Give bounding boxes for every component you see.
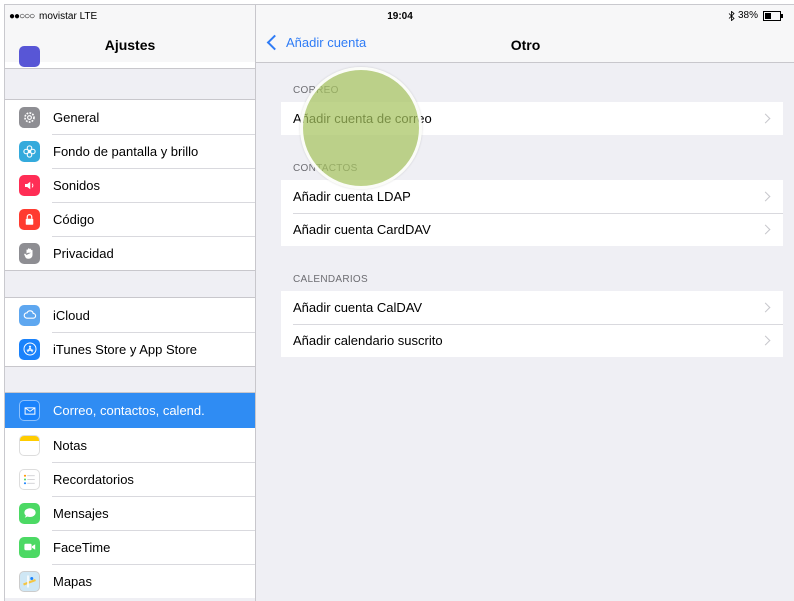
- battery-info: 38%: [728, 10, 783, 21]
- appstore-icon: [19, 338, 40, 360]
- cloud-icon: [19, 304, 40, 326]
- section-contacts: Añadir cuenta LDAP Añadir cuenta CardDAV: [281, 180, 783, 246]
- sidebar-item-sounds[interactable]: Sonidos: [5, 168, 255, 202]
- sidebar-item-label: Fondo de pantalla y brillo: [53, 143, 199, 159]
- section-header-calendars: CALENDARIOS: [293, 274, 368, 285]
- notes-icon: [19, 434, 40, 456]
- section-calendars: Añadir cuenta CalDAV Añadir calendario s…: [281, 291, 783, 357]
- detail-title: Otro: [510, 37, 541, 53]
- sidebar-item-general[interactable]: General: [5, 100, 255, 134]
- section-mail: Añadir cuenta de correo: [281, 102, 783, 135]
- reminders-icon: [19, 468, 40, 490]
- sidebar-item-wallpaper[interactable]: Fondo de pantalla y brillo: [5, 134, 255, 168]
- sidebar-item-app-store[interactable]: iTunes Store y App Store: [5, 332, 255, 366]
- section-header-contacts: CONTACTOS: [293, 163, 358, 174]
- sidebar-item-label: Sonidos: [53, 177, 100, 193]
- row-label: Añadir cuenta CardDAV: [293, 222, 431, 237]
- sidebar-item-label: Código: [53, 211, 95, 227]
- battery-fill: [765, 12, 772, 19]
- flower-icon: [19, 140, 40, 162]
- hand-icon: [19, 242, 40, 264]
- sidebar-item-label: General: [53, 109, 100, 125]
- app-icon: [19, 46, 40, 67]
- sidebar-item-label: FaceTime: [53, 539, 111, 555]
- mail-icon: [19, 400, 40, 421]
- sidebar-item-label: iTunes Store y App Store: [53, 341, 198, 357]
- sidebar-item-privacy[interactable]: Privacidad: [5, 236, 255, 270]
- detail-pane: Añadir cuenta Otro CORREO Añadir cuenta …: [256, 5, 794, 601]
- maps-icon: [19, 570, 40, 592]
- row-label: Añadir calendario suscrito: [293, 333, 443, 348]
- facetime-icon: [19, 536, 40, 558]
- sidebar-item-icloud[interactable]: iCloud: [5, 298, 255, 332]
- sidebar-title: Ajustes: [104, 37, 156, 53]
- lock-icon: [19, 208, 40, 230]
- settings-sidebar: Ajustes General Fondo de pantalla y bril…: [5, 5, 256, 601]
- chevron-right-icon: [760, 302, 771, 313]
- sidebar-item-label: iCloud: [53, 307, 90, 323]
- sidebar-group-partial: [5, 46, 255, 69]
- add-carddav-account-row[interactable]: Añadir cuenta CardDAV: [281, 213, 783, 246]
- row-label: Añadir cuenta de correo: [293, 111, 432, 126]
- add-ldap-account-row[interactable]: Añadir cuenta LDAP: [281, 180, 783, 213]
- sidebar-item-label: Notas: [53, 437, 87, 453]
- sidebar-item-label: Mapas: [53, 573, 93, 589]
- chevron-right-icon: [760, 224, 771, 235]
- sidebar-group-accounts: iCloud iTunes Store y App Store: [5, 297, 255, 367]
- chevron-right-icon: [760, 335, 771, 346]
- sidebar-item-label: Mensajes: [53, 505, 109, 521]
- sidebar-item-label: Recordatorios: [53, 471, 134, 487]
- messages-icon: [19, 502, 40, 524]
- sidebar-item-mail[interactable]: Correo, contactos, calend.: [5, 393, 255, 428]
- battery-percent: 38%: [737, 10, 758, 21]
- ipad-screen: Ajustes General Fondo de pantalla y bril…: [4, 4, 794, 601]
- sidebar-group-general: General Fondo de pantalla y brillo Sonid…: [5, 99, 255, 271]
- row-label: Añadir cuenta CalDAV: [293, 300, 423, 315]
- add-subscribed-calendar-row[interactable]: Añadir calendario suscrito: [281, 324, 783, 357]
- chevron-right-icon: [760, 113, 771, 124]
- clock: 19:04: [387, 11, 413, 22]
- row-label: Añadir cuenta LDAP: [293, 189, 411, 204]
- sidebar-group-apps: Correo, contactos, calend. Notas Recorda…: [5, 392, 255, 598]
- sidebar-item-label: Correo, contactos, calend.: [53, 403, 205, 418]
- add-mail-account-row[interactable]: Añadir cuenta de correo: [281, 102, 783, 135]
- battery-icon: [763, 10, 783, 21]
- sidebar-item-reminders[interactable]: Recordatorios: [5, 462, 255, 496]
- chevron-right-icon: [760, 191, 771, 202]
- speaker-icon: [19, 174, 40, 196]
- sidebar-item-notes[interactable]: Notas: [5, 428, 255, 462]
- sidebar-item-maps[interactable]: Mapas: [5, 564, 255, 598]
- add-caldav-account-row[interactable]: Añadir cuenta CalDAV: [281, 291, 783, 324]
- bluetooth-icon: [728, 10, 735, 21]
- sidebar-item-passcode[interactable]: Código: [5, 202, 255, 236]
- gear-icon: [19, 106, 40, 128]
- status-bar: ●●○○○ movistar LTE 19:04 38%: [5, 5, 794, 27]
- section-header-mail: CORREO: [293, 85, 339, 96]
- sidebar-item-label: Privacidad: [53, 245, 114, 261]
- sidebar-item-facetime[interactable]: FaceTime: [5, 530, 255, 564]
- sidebar-item-messages[interactable]: Mensajes: [5, 496, 255, 530]
